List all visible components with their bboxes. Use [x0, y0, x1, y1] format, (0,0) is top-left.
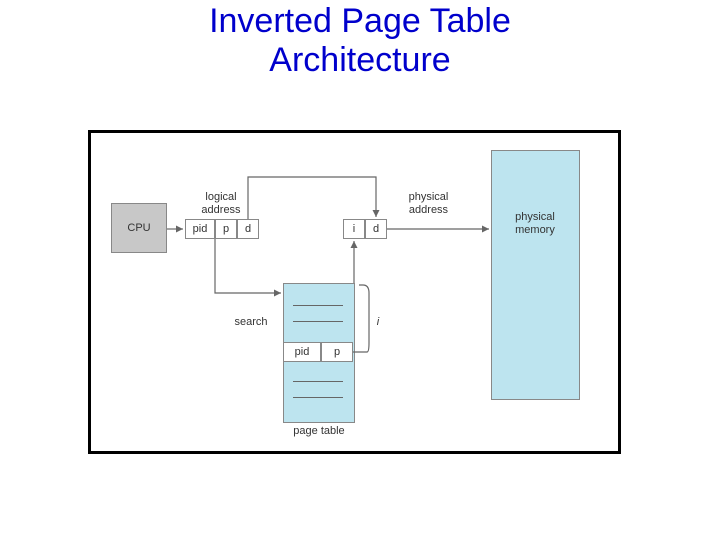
physical-i-cell: i	[343, 219, 365, 239]
i-index-label: i	[373, 316, 383, 329]
cpu-label: CPU	[127, 222, 150, 234]
logical-p-text: p	[223, 223, 229, 235]
physical-memory-block	[491, 150, 580, 400]
logical-p-cell: p	[215, 219, 237, 239]
pagetable-entry-line	[293, 381, 343, 382]
pagetable-pid-cell: pid	[283, 342, 321, 362]
pagetable-p-text: p	[334, 346, 340, 358]
title-line-2: Architecture	[0, 41, 720, 80]
pagetable-entry-line	[293, 321, 343, 322]
logical-address-label: logical address	[196, 191, 246, 217]
search-label: search	[231, 316, 271, 329]
diagram-frame: CPU logical address pid p d i d physical…	[88, 130, 621, 454]
logical-d-text: d	[245, 223, 251, 235]
physical-d-text: d	[373, 223, 379, 235]
physical-address-label: physical address	[401, 191, 456, 217]
pagetable-entry-line	[293, 397, 343, 398]
pagetable-pid-text: pid	[295, 346, 310, 358]
logical-d-cell: d	[237, 219, 259, 239]
title-line-1: Inverted Page Table	[0, 2, 720, 41]
pagetable-entry-line	[293, 305, 343, 306]
cpu-box: CPU	[111, 203, 167, 253]
physical-i-text: i	[353, 223, 355, 235]
logical-pid-text: pid	[193, 223, 208, 235]
logical-pid-cell: pid	[185, 219, 215, 239]
physical-memory-label: physical memory	[504, 211, 566, 237]
physical-d-cell: d	[365, 219, 387, 239]
page-table-caption: page table	[291, 425, 347, 438]
pagetable-p-cell: p	[321, 342, 353, 362]
